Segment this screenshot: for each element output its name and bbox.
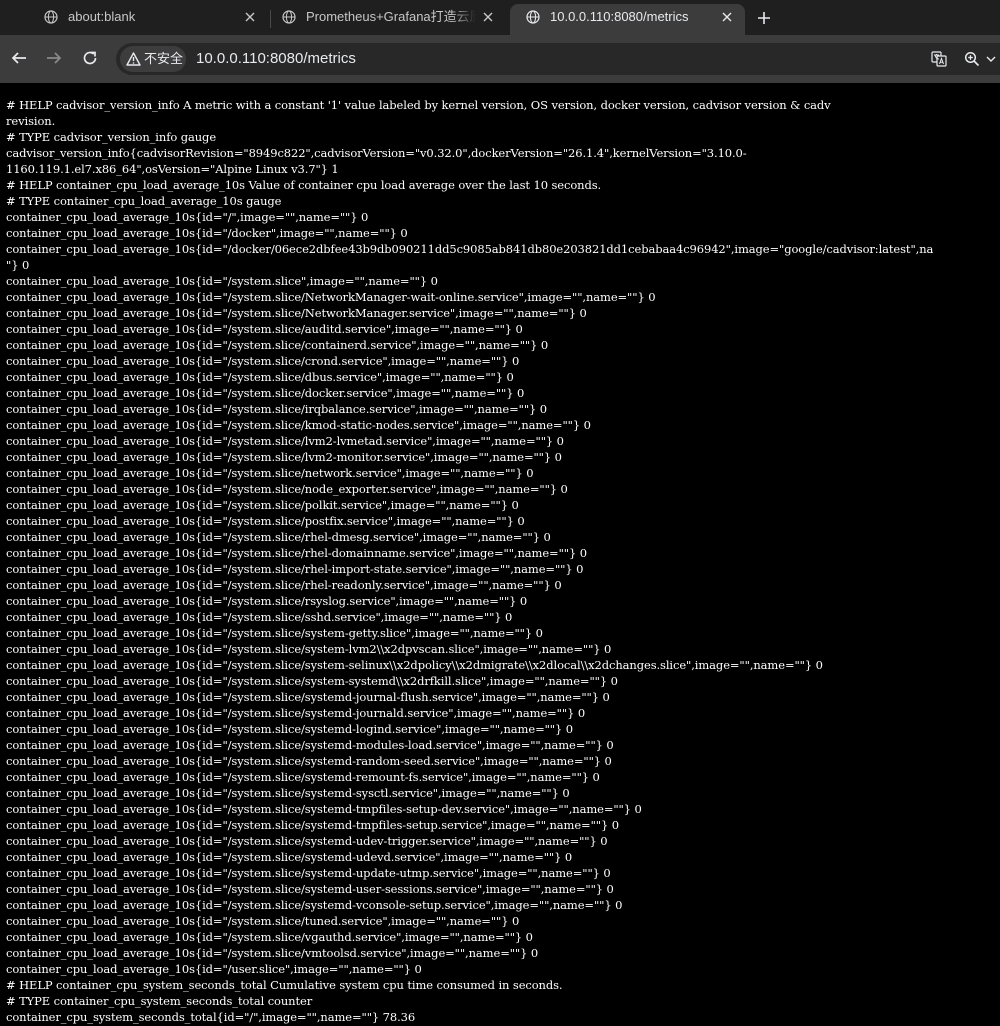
metric-comment-line: # TYPE container_cpu_load_average_10s ga… [6,194,282,208]
metric-sample-line: container_cpu_load_average_10s{id="/syst… [6,850,573,864]
chevron-down-icon[interactable] [986,51,996,67]
metric-sample-line: container_cpu_load_average_10s{id="/syst… [6,706,586,720]
metric-sample-line: container_cpu_load_average_10s{id="/syst… [6,450,562,464]
metric-sample-line: container_cpu_load_average_10s{id="/syst… [6,530,551,544]
metric-sample-line: container_cpu_load_average_10s{id="/syst… [6,354,520,368]
metric-comment-line: # TYPE container_cpu_system_seconds_tota… [6,994,313,1008]
metric-sample-line: container_cpu_load_average_10s{id="/syst… [6,690,610,704]
tab-title: about:blank [68,9,136,24]
tab-title: 10.0.0.110:8080/metrics [550,9,689,24]
url-text[interactable]: 10.0.0.110:8080/metrics [196,43,356,75]
metric-sample-line: container_cpu_system_seconds_total{id="/… [6,1010,416,1024]
metric-sample-line: cadvisor_version_info{cadvisorRevision="… [6,146,747,160]
metric-sample-line: container_cpu_load_average_10s{id="/syst… [6,482,568,496]
metric-sample-line: container_cpu_load_average_10s{id="/syst… [6,898,623,912]
metric-sample-line: container_cpu_load_average_10s{id="/syst… [6,802,642,816]
zoom-icon[interactable] [964,51,980,67]
metric-sample-line: container_cpu_load_average_10s{id="/syst… [6,610,513,624]
metric-sample-line: container_cpu_load_average_10s{id="/syst… [6,418,591,432]
forward-arrow-icon[interactable] [45,49,63,67]
metric-sample-line: container_cpu_load_average_10s{id="/syst… [6,562,584,576]
metric-comment-line: # HELP cadvisor_version_info A metric wi… [6,98,831,112]
metric-sample-line: container_cpu_load_average_10s{id="/syst… [6,338,549,352]
metric-sample-line: container_cpu_load_average_10s{id="/dock… [6,226,408,240]
metric-sample-line: container_cpu_load_average_10s{id="/syst… [6,594,528,608]
metric-comment-line: # HELP container_cpu_system_seconds_tota… [6,978,563,992]
metric-sample-line: container_cpu_load_average_10s{id="/syst… [6,386,525,400]
metric-sample-line: container_cpu_load_average_10s{id="/syst… [6,402,548,416]
metric-sample-line: container_cpu_load_average_10s{id="/syst… [6,370,514,384]
metric-sample-line: container_cpu_load_average_10s{id="/syst… [6,498,519,512]
browser-toolbar: 不安全 10.0.0.110:8080/metrics [0,35,1000,83]
close-icon[interactable] [721,11,733,23]
tab-prometheus-grafana[interactable]: Prometheus+Grafana打造云原 [266,4,506,35]
tab-strip: about:blank Prometheus+Grafana打造云原 10.0.… [0,0,1000,35]
metric-sample-line: container_cpu_load_average_10s{id="/syst… [6,674,618,688]
globe-icon [282,10,296,24]
metric-sample-line: container_cpu_load_average_10s{id="/syst… [6,946,539,960]
metric-sample-line: container_cpu_load_average_10s{id="/syst… [6,274,438,288]
metric-sample-line: container_cpu_load_average_10s{id="/syst… [6,642,612,656]
metric-comment-line: # TYPE cadvisor_version_info gauge [6,130,217,144]
metric-sample-line: container_cpu_load_average_10s{id="/user… [6,962,422,976]
metrics-text: # HELP cadvisor_version_info A metric wi… [0,83,1000,1025]
metric-sample-line: container_cpu_load_average_10s{id="/syst… [6,434,564,448]
metric-sample-line: container_cpu_load_average_10s{id="/syst… [6,722,573,736]
metric-sample-line: container_cpu_load_average_10s{id="/syst… [6,770,600,784]
metric-sample-line: 1160.119.1.el7.x86_64",osVersion="Alpine… [6,162,339,176]
security-label: 不安全 [144,51,184,66]
metric-sample-line: container_cpu_load_average_10s{id="/syst… [6,930,533,944]
metric-sample-line: container_cpu_load_average_10s{id="/syst… [6,290,656,304]
close-icon[interactable] [482,11,494,23]
new-tab-plus-icon[interactable] [754,8,774,28]
metric-sample-line: container_cpu_load_average_10s{id="/syst… [6,818,619,832]
metric-sample-line: container_cpu_load_average_10s{id="/dock… [6,242,934,256]
metric-sample-line: container_cpu_load_average_10s{id="/syst… [6,786,570,800]
globe-icon [526,10,540,24]
address-bar[interactable]: 不安全 10.0.0.110:8080/metrics [116,43,1000,75]
page-content: # HELP cadvisor_version_info A metric wi… [0,83,1000,1026]
security-warning-chip[interactable]: 不安全 [120,46,186,72]
back-arrow-icon[interactable] [10,49,28,67]
tab-about-blank[interactable]: about:blank [28,4,268,35]
reload-icon[interactable] [81,49,99,67]
metric-sample-line: container_cpu_load_average_10s{id="/syst… [6,834,608,848]
tab-title: Prometheus+Grafana打造云原 [306,9,476,24]
metric-sample-line: container_cpu_load_average_10s{id="/syst… [6,546,587,560]
metric-sample-line: container_cpu_load_average_10s{id="/syst… [6,514,525,528]
metric-sample-line: container_cpu_load_average_10s{id="/syst… [6,322,523,336]
metric-sample-line: container_cpu_load_average_10s{id="/syst… [6,738,614,752]
metric-sample-line: container_cpu_load_average_10s{id="/syst… [6,914,520,928]
metric-sample-line: revision. [6,114,56,128]
metric-sample-line: container_cpu_load_average_10s{id="/syst… [6,754,612,768]
metric-sample-line: container_cpu_load_average_10s{id="/syst… [6,882,614,896]
globe-icon [44,10,58,24]
browser-window: about:blank Prometheus+Grafana打造云原 10.0.… [0,0,1000,1026]
tab-metrics-active[interactable]: 10.0.0.110:8080/metrics [510,4,745,35]
metric-comment-line: # HELP container_cpu_load_average_10s Va… [6,178,602,192]
metric-sample-line: container_cpu_load_average_10s{id="/syst… [6,306,587,320]
metric-sample-line: "} 0 [6,258,30,272]
metric-sample-line: container_cpu_load_average_10s{id="/syst… [6,866,611,880]
metric-sample-line: container_cpu_load_average_10s{id="/syst… [6,626,543,640]
metric-sample-line: container_cpu_load_average_10s{id="/syst… [6,466,534,480]
metric-sample-line: container_cpu_load_average_10s{id="/syst… [6,658,823,672]
close-icon[interactable] [244,11,256,23]
metric-sample-line: container_cpu_load_average_10s{id="/",im… [6,210,369,224]
warning-triangle-icon [126,52,141,66]
metric-sample-line: container_cpu_load_average_10s{id="/syst… [6,578,562,592]
translate-icon[interactable] [931,51,947,67]
